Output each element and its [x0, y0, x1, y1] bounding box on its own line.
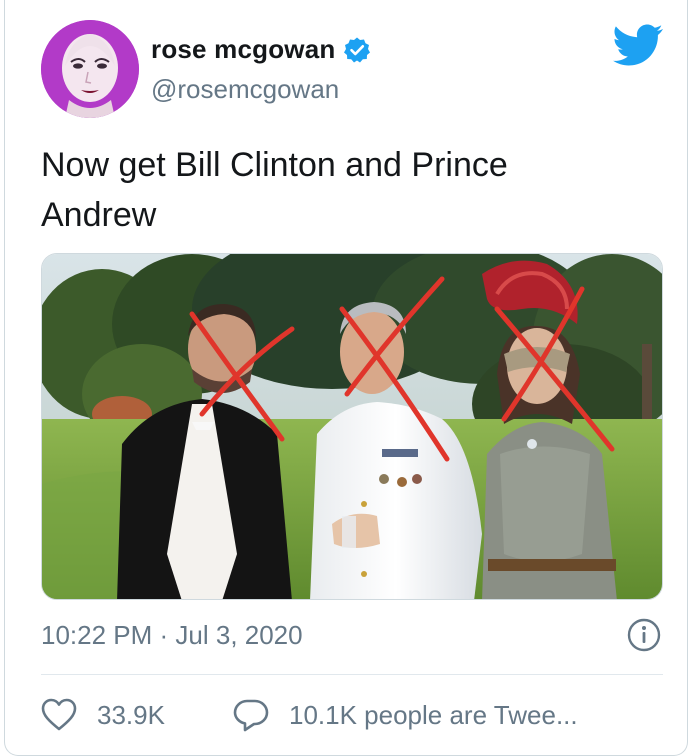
tweet-text: Now get Bill Clinton and Prince Andrew: [41, 146, 508, 234]
reply-count: 10.1K people are Twee...: [289, 699, 578, 730]
tweet-photo[interactable]: [41, 253, 663, 600]
heart-icon: [41, 698, 77, 731]
avatar[interactable]: [41, 20, 139, 118]
avatar-illustration: [41, 20, 139, 118]
like-button[interactable]: 33.9K: [41, 698, 165, 732]
info-icon[interactable]: [627, 618, 661, 652]
speech-bubble-icon: [233, 699, 269, 732]
tweet-meta-row: 10:22 PM · Jul 3, 2020: [41, 618, 663, 654]
user-handle[interactable]: @rosemcgowan: [151, 74, 339, 105]
reply-button[interactable]: 10.1K people are Twee...: [233, 698, 578, 732]
photo-three-people-crossed-out: [42, 254, 662, 599]
display-name[interactable]: rose mcgowan: [151, 34, 335, 65]
twitter-bird-icon[interactable]: [613, 24, 663, 66]
tweet-actions: 33.9K 10.1K people are Twee...: [41, 698, 663, 738]
tweet-card: rose mcgowan @rosemcgowan Now get Bill C…: [4, 0, 688, 756]
tweet-timestamp[interactable]: 10:22 PM · Jul 3, 2020: [41, 620, 303, 651]
divider: [41, 674, 663, 675]
like-count: 33.9K: [97, 699, 165, 730]
verified-badge-icon: [344, 37, 371, 62]
name-row[interactable]: rose mcgowan: [151, 34, 371, 65]
